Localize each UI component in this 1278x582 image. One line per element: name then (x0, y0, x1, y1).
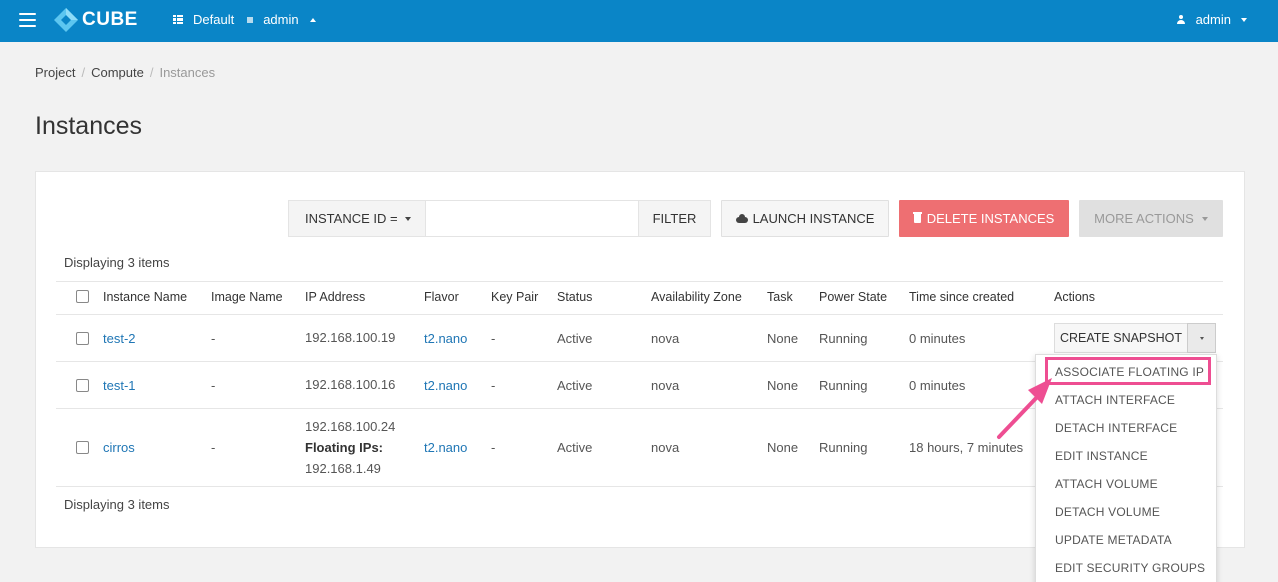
col-actions: Actions (1054, 290, 1095, 304)
cloud-upload-icon (735, 214, 748, 223)
menu-edit-instance[interactable]: EDIT INSTANCE (1055, 449, 1148, 463)
list-icon (173, 14, 183, 25)
project-square-icon (247, 16, 254, 23)
table-cell: Active (557, 331, 593, 346)
table-cell: Active (557, 378, 593, 393)
caret-down-icon (1201, 216, 1208, 221)
logo-text[interactable]: CUBE (82, 9, 138, 31)
launch-instance-button[interactable]: LAUNCH INSTANCE (721, 200, 889, 237)
table-cell: 0 minutes (909, 378, 966, 393)
table-cell: 0 minutes (909, 331, 966, 346)
select-all-checkbox[interactable] (76, 290, 89, 303)
col-ip-address[interactable]: IP Address (305, 290, 365, 304)
col-status[interactable]: Status (557, 290, 592, 304)
project-selector[interactable]: Default admin (173, 12, 316, 27)
filter-field-dropdown[interactable]: INSTANCE ID = (289, 201, 426, 236)
table-cell: Running (819, 440, 868, 455)
row-checkbox[interactable] (76, 332, 89, 345)
create-snapshot-button[interactable]: CREATE SNAPSHOT (1054, 323, 1188, 353)
col-availability-zone[interactable]: Availability Zone (651, 290, 742, 304)
table-cell: 192.168.100.16 (305, 377, 396, 392)
user-menu[interactable]: admin (1176, 12, 1247, 27)
table-cell: Active (557, 440, 593, 455)
table-cell: - (211, 440, 216, 455)
floating-ips-label: Floating IPs: (305, 440, 383, 455)
menu-update-metadata[interactable]: UPDATE METADATA (1055, 533, 1172, 547)
actions-dropdown-menu: ASSOCIATE FLOATING IP ATTACH INTERFACE D… (1035, 354, 1217, 582)
table-cell: nova (651, 440, 680, 455)
caret-down-icon (1241, 17, 1247, 22)
caret-down-icon (404, 216, 411, 221)
hamburger-menu-icon[interactable] (19, 13, 36, 27)
cube-logo-icon[interactable] (53, 7, 79, 33)
flavor-link[interactable]: t2.nano (424, 331, 467, 346)
flavor-link[interactable]: t2.nano (424, 440, 467, 455)
table-cell: None (767, 440, 799, 455)
more-actions-button[interactable]: MORE ACTIONS (1079, 200, 1223, 237)
user-name: admin (1195, 12, 1231, 27)
domain-label: Default (193, 12, 235, 27)
table-cell: Running (819, 378, 868, 393)
table-cell: - (491, 440, 496, 455)
col-flavor[interactable]: Flavor (424, 290, 459, 304)
pointer-arrow-icon (997, 378, 1052, 439)
delete-instances-button[interactable]: DELETE INSTANCES (899, 200, 1069, 237)
display-count-bottom: Displaying 3 items (64, 497, 170, 512)
table-cell: nova (651, 378, 680, 393)
row-checkbox[interactable] (76, 379, 89, 392)
table-cell: - (211, 331, 216, 346)
col-key-pair[interactable]: Key Pair (491, 290, 538, 304)
row-checkbox[interactable] (76, 441, 89, 454)
table-cell: 192.168.100.19 (305, 330, 396, 345)
table-cell: None (767, 378, 799, 393)
table-cell: None (767, 331, 799, 346)
table-cell: - (491, 331, 496, 346)
table-cell: nova (651, 331, 680, 346)
breadcrumb-project[interactable]: Project (35, 65, 75, 80)
col-task[interactable]: Task (767, 290, 793, 304)
display-count-top: Displaying 3 items (64, 255, 170, 270)
page-title: Instances (35, 112, 143, 140)
caret-up-icon (309, 17, 316, 22)
menu-detach-volume[interactable]: DETACH VOLUME (1055, 505, 1160, 519)
filter-input[interactable] (426, 201, 638, 236)
breadcrumb: Project / Compute / Instances (35, 65, 216, 80)
instance-name-link[interactable]: test-1 (103, 378, 136, 393)
project-label: admin (263, 12, 299, 27)
col-power-state[interactable]: Power State (819, 290, 887, 304)
breadcrumb-instances: Instances (159, 65, 216, 80)
user-icon (1176, 14, 1186, 25)
top-navbar: CUBE Default admin admin (0, 0, 1278, 42)
table-cell: - (491, 378, 496, 393)
table-cell: 192.168.100.24 (305, 419, 396, 434)
instance-name-link[interactable]: test-2 (103, 331, 136, 346)
highlight-box (1045, 357, 1211, 385)
menu-edit-security-groups[interactable]: EDIT SECURITY GROUPS (1055, 561, 1205, 575)
col-time-since-created[interactable]: Time since created (909, 290, 1014, 304)
filter-group: INSTANCE ID = FILTER (288, 200, 711, 237)
instance-name-link[interactable]: cirros (103, 440, 135, 455)
table-cell: - (211, 378, 216, 393)
breadcrumb-compute[interactable]: Compute (91, 65, 144, 80)
menu-attach-volume[interactable]: ATTACH VOLUME (1055, 477, 1158, 491)
flavor-link[interactable]: t2.nano (424, 378, 467, 393)
menu-detach-interface[interactable]: DETACH INTERFACE (1055, 421, 1177, 435)
menu-attach-interface[interactable]: ATTACH INTERFACE (1055, 393, 1175, 407)
actions-dropdown-toggle[interactable] (1187, 323, 1216, 353)
floating-ip-value: 192.168.1.49 (305, 461, 381, 476)
trash-icon (912, 212, 922, 223)
col-image-name[interactable]: Image Name (211, 290, 283, 304)
caret-down-icon (1199, 336, 1204, 340)
table-cell: Running (819, 331, 868, 346)
filter-button[interactable]: FILTER (638, 201, 710, 236)
col-instance-name[interactable]: Instance Name (103, 290, 187, 304)
